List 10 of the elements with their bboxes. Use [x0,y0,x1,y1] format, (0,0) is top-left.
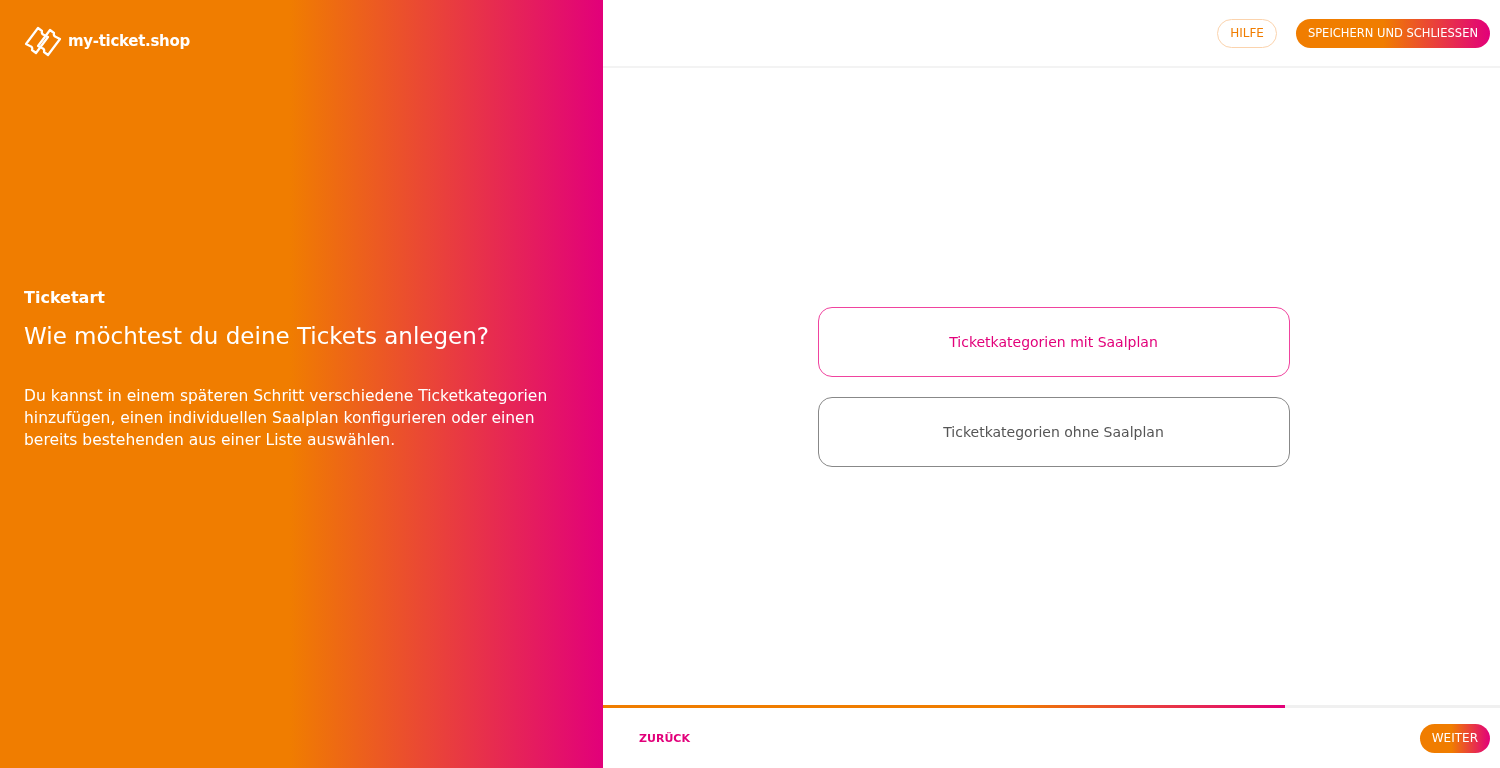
save-close-button[interactable]: SPEICHERN UND SCHLIESSEN [1295,18,1490,48]
step-title: Ticketart [24,288,106,307]
option-button[interactable]: Ticketkategorien mit Saalplan [817,306,1290,377]
help-button[interactable]: HILFE [1217,18,1277,48]
question-heading: Wie möchtest du deine Tickets anlegen? [24,323,491,349]
back-button[interactable]: ZURÜCK [633,730,696,746]
next-button[interactable]: WEITER [1419,723,1490,753]
brand-name: my-ticket.shop [68,32,190,50]
option-button[interactable]: Ticketkategorien ohne Saalplan [817,396,1290,467]
description-text: Du kannst in einem späteren Schritt verschiedene Ticketkategorien hinzufügen, einen individuellen Saalplan konfigurieren oder einen bereits bestehenden aus einer Liste auswählen. [24,386,549,451]
